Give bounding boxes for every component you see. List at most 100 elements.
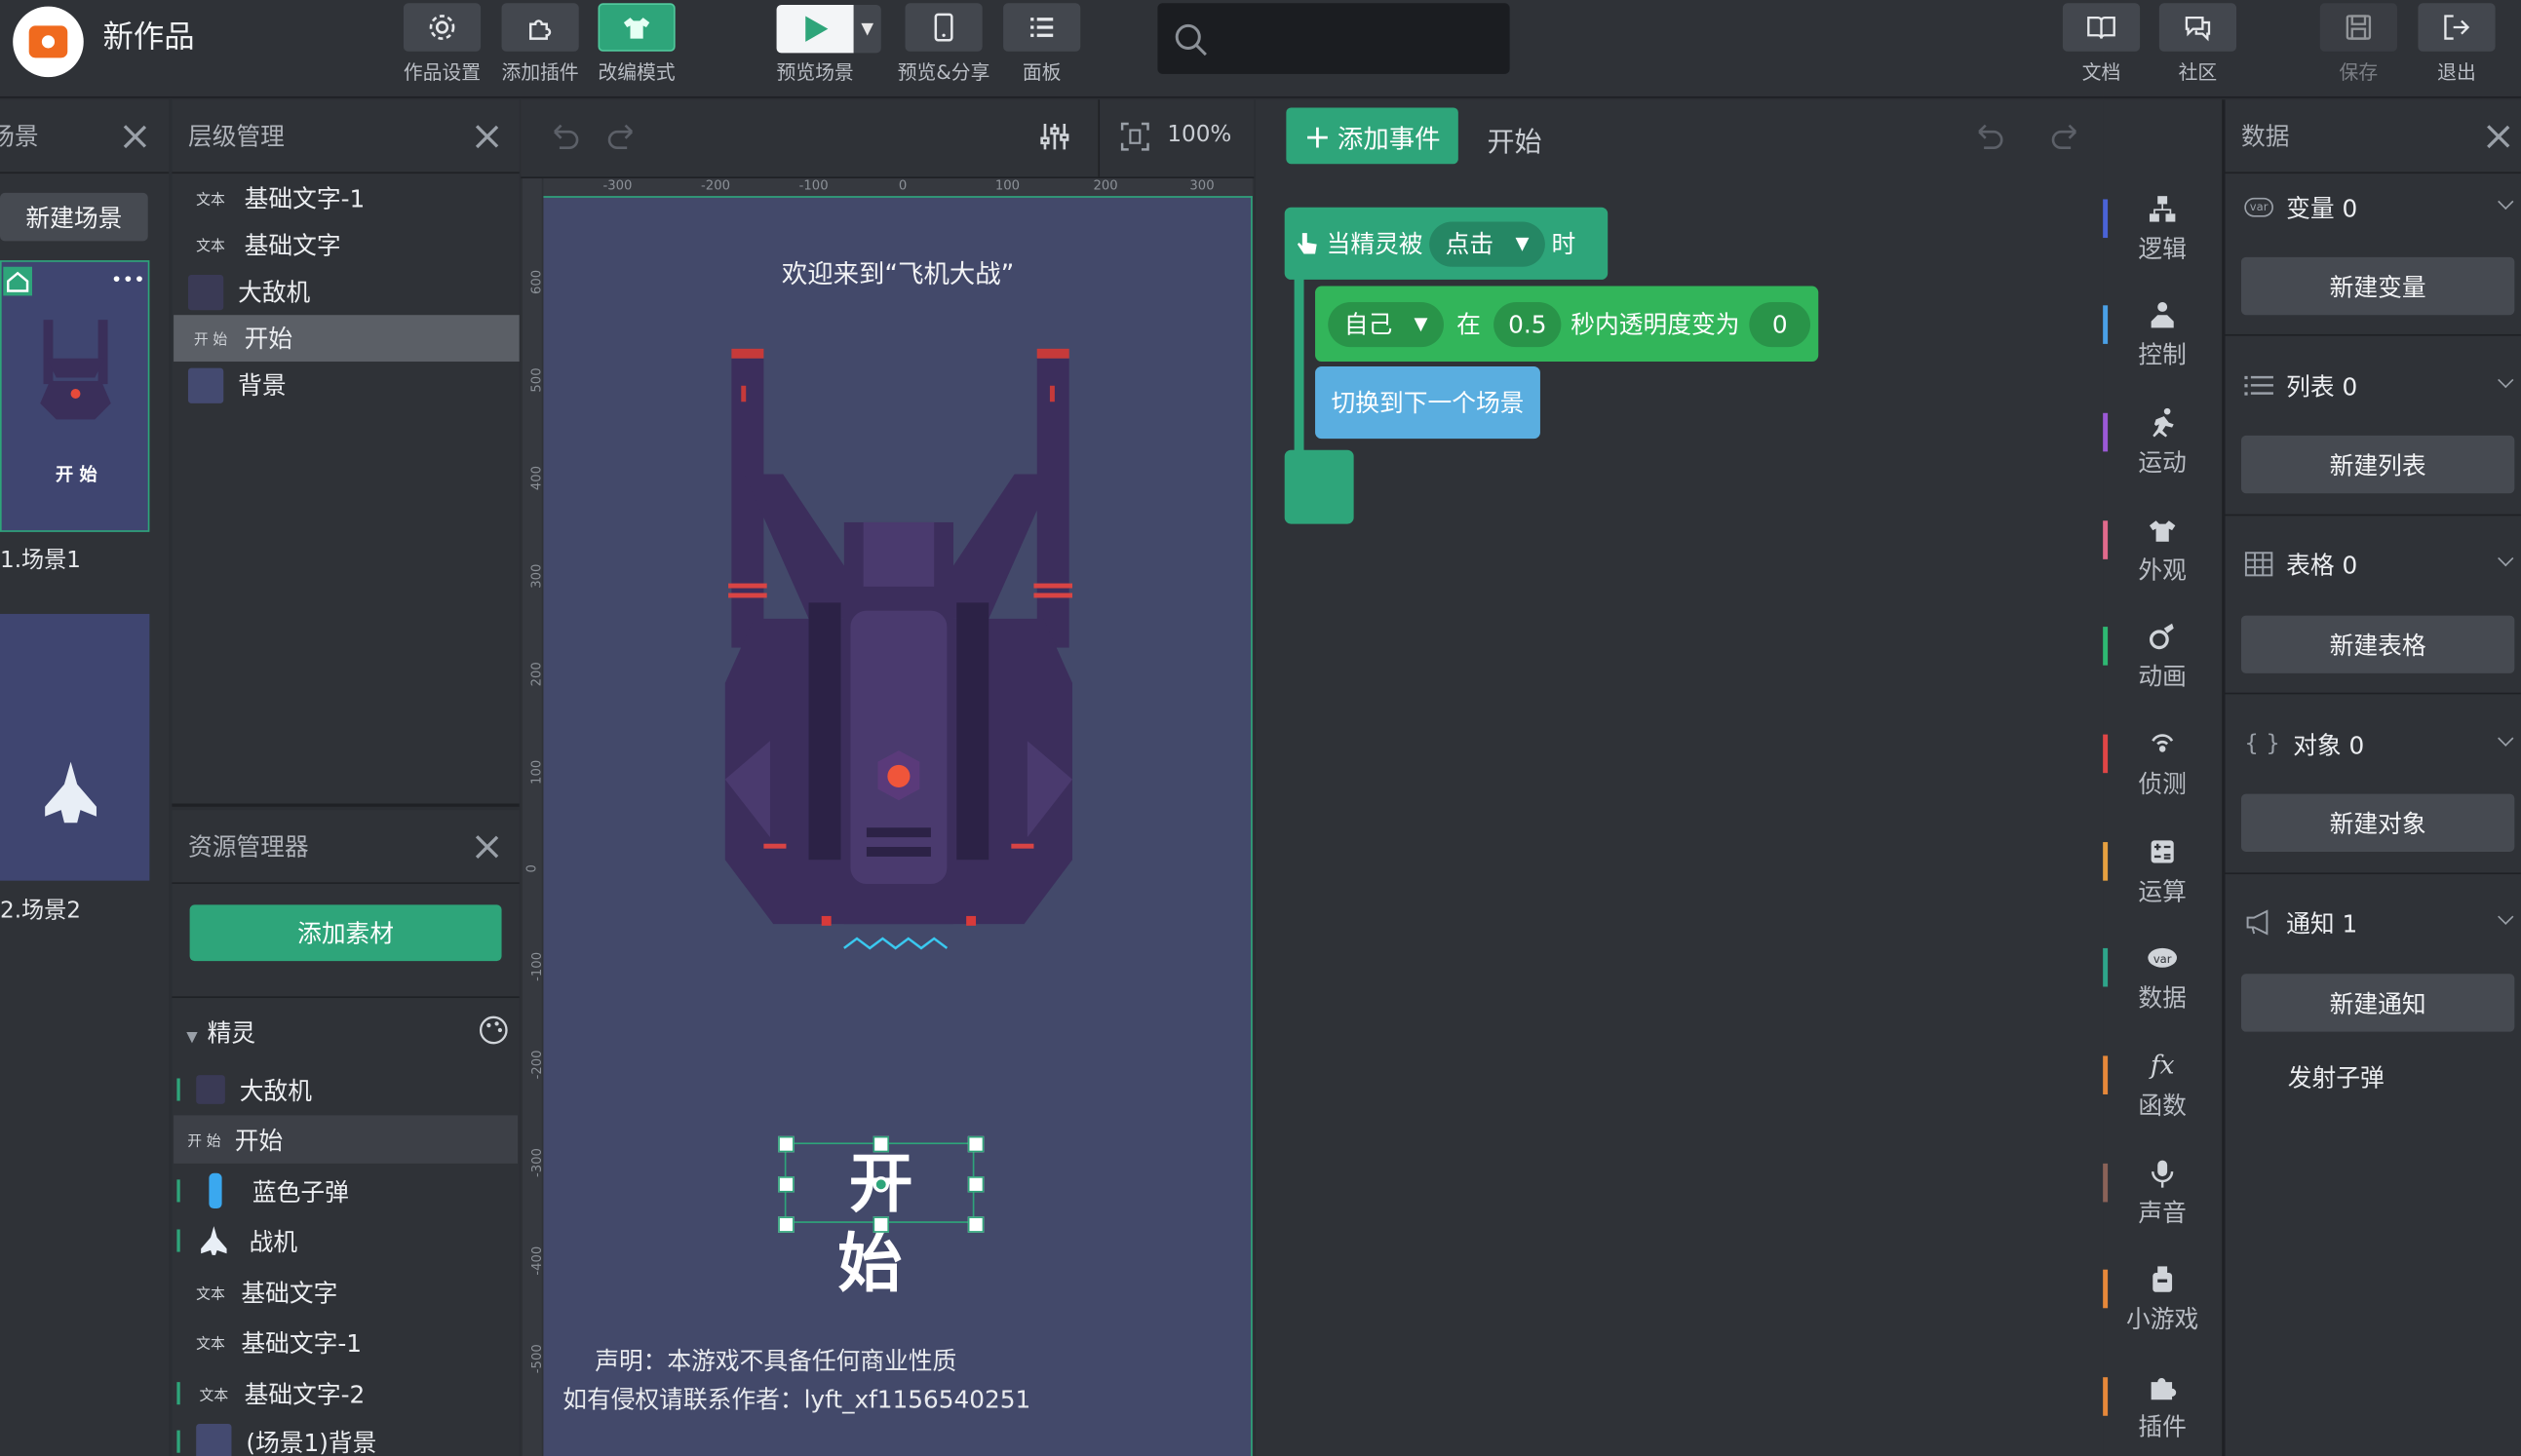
start-sprite-selection[interactable]: 开始	[778, 1135, 985, 1302]
exit-button[interactable]	[2418, 3, 2496, 52]
new-scene-button[interactable]: 新建场景	[0, 192, 148, 242]
next-scene-block[interactable]: 切换到下一个场景	[1315, 365, 1540, 440]
resource-item[interactable]: 文本 基础文字-2	[174, 1369, 518, 1417]
layer-item-selected[interactable]: 开 始 开始	[174, 315, 520, 363]
undo-icon[interactable]	[547, 119, 582, 154]
resources-title: 资源管理器	[187, 832, 309, 862]
enemy-plane-sprite[interactable]	[696, 346, 1102, 973]
thumb-fighter-plane	[45, 761, 97, 824]
zoom-level[interactable]: 100%	[1167, 122, 1231, 147]
save-button[interactable]	[2319, 3, 2397, 52]
notifications-section-header[interactable]: 通知 1	[2225, 886, 2520, 960]
close-icon[interactable]	[476, 126, 498, 148]
objects-section-header[interactable]: { } 对象 0	[2225, 708, 2520, 782]
resource-item-selected[interactable]: 开 始 开始	[174, 1115, 519, 1164]
event-block-sprite-clicked[interactable]: 当精灵被 点击 ▼ 时	[1284, 207, 1609, 280]
category-looks[interactable]: 外观	[2103, 508, 2222, 614]
add-event-button[interactable]: + 添加事件	[1286, 107, 1458, 165]
notification-item[interactable]: 发射子弹	[2288, 1060, 2385, 1094]
preview-dropdown[interactable]: ▼	[853, 4, 881, 54]
opacity-block[interactable]: 自己 ▼ 在 0.5 秒内透明度变为 0	[1315, 286, 1819, 363]
category-data[interactable]: var 数据	[2103, 936, 2222, 1042]
opacity-input[interactable]: 0	[1749, 301, 1811, 347]
project-title[interactable]: 新作品	[103, 13, 195, 57]
close-icon[interactable]	[2487, 126, 2509, 148]
new-table-button[interactable]: 新建表格	[2240, 615, 2515, 673]
resize-handle[interactable]	[778, 1176, 795, 1193]
layer-item[interactable]: 大敌机	[174, 268, 520, 315]
add-asset-button[interactable]: 添加素材	[189, 904, 502, 962]
resize-handle[interactable]	[967, 1135, 985, 1153]
disclaimer-line-1[interactable]: 声明：本游戏不具备任何商业性质	[595, 1344, 956, 1378]
new-list-button[interactable]: 新建列表	[2240, 435, 2515, 494]
community-button[interactable]	[2158, 3, 2237, 52]
resource-item[interactable]: 蓝色子弹	[174, 1167, 518, 1214]
new-notification-button[interactable]: 新建通知	[2240, 974, 2515, 1032]
palette-icon[interactable]	[478, 1015, 510, 1047]
undo-icon[interactable]	[1971, 119, 2006, 154]
resource-item[interactable]: 文本 基础文字-1	[174, 1318, 518, 1365]
in-label: 在	[1456, 310, 1481, 339]
more-icon[interactable]: •••	[111, 268, 145, 290]
fit-screen-icon[interactable]	[1119, 121, 1151, 153]
sprite-group-header[interactable]: ▼ 精灵	[186, 1015, 255, 1050]
resource-item[interactable]: 战机	[174, 1216, 518, 1264]
layer-item[interactable]: 文本 基础文字	[174, 222, 520, 269]
disclaimer-line-2[interactable]: 如有侵权请联系作者：lyft_xf1156540251	[562, 1382, 1030, 1416]
new-object-button[interactable]: 新建对象	[2240, 793, 2515, 852]
exit-icon	[2444, 15, 2470, 40]
category-control[interactable]: 控制	[2103, 292, 2222, 399]
event-option-dropdown[interactable]: 点击 ▼	[1429, 220, 1545, 266]
layer-item[interactable]: 背景	[174, 362, 520, 408]
lists-section-header[interactable]: 列表 0	[2225, 349, 2520, 423]
remix-mode-button[interactable]	[598, 3, 676, 52]
resize-handle[interactable]	[873, 1135, 890, 1153]
resize-handle[interactable]	[778, 1216, 795, 1233]
scene-thumbnail-1[interactable]: ••• 开 始	[0, 260, 150, 532]
target-dropdown[interactable]: 自己 ▼	[1328, 301, 1444, 347]
docs-button[interactable]	[2062, 3, 2141, 52]
preview-scene-button[interactable]	[776, 4, 854, 54]
scene-thumbnail-2[interactable]	[0, 613, 150, 881]
close-icon[interactable]	[124, 126, 146, 148]
category-animation[interactable]: 动画	[2103, 614, 2222, 720]
close-icon[interactable]	[476, 835, 498, 858]
seconds-input[interactable]: 0.5	[1493, 301, 1562, 347]
variables-section-header[interactable]: var 变量 0	[2225, 171, 2520, 245]
resize-handle[interactable]	[967, 1216, 985, 1233]
app-logo[interactable]	[13, 6, 84, 78]
game-stage[interactable]: 欢迎来到“飞机大战” 开始 声明：本游戏不具备任何商业性质 如有侵权请联系作者：…	[543, 196, 1253, 1456]
pivot-handle[interactable]	[873, 1176, 890, 1193]
category-sound[interactable]: 声音	[2103, 1151, 2222, 1257]
layer-item[interactable]: 文本 基础文字-1	[174, 175, 520, 222]
ruler-tick: 200	[1093, 178, 1118, 193]
block-category-bar: 逻辑 控制 运动 外观 动画 侦测 运算 var 数据 fx 函数 声音 小游戏…	[2103, 99, 2223, 1456]
tables-section-header[interactable]: 表格 0	[2225, 527, 2520, 601]
category-minigame[interactable]: 小游戏	[2103, 1257, 2222, 1363]
search-input[interactable]	[1157, 3, 1510, 74]
scenes-title: 场景	[0, 122, 39, 152]
panel-label: 面板	[1022, 60, 1062, 84]
resize-handle[interactable]	[778, 1135, 795, 1153]
resource-item[interactable]: (场景1)背景	[174, 1417, 518, 1456]
settings-button[interactable]	[403, 3, 482, 52]
welcome-text[interactable]: 欢迎来到“飞机大战”	[543, 252, 1252, 291]
new-variable-button[interactable]: 新建变量	[2240, 256, 2515, 316]
category-operators[interactable]: 运算	[2103, 829, 2222, 936]
preview-share-button[interactable]	[905, 3, 983, 52]
category-plugins[interactable]: 插件	[2103, 1364, 2222, 1456]
redo-icon[interactable]	[604, 119, 640, 154]
resource-item[interactable]: 文本 基础文字	[174, 1268, 518, 1316]
category-motion[interactable]: 运动	[2103, 401, 2222, 507]
category-sensing[interactable]: 侦测	[2103, 721, 2222, 827]
resize-handle[interactable]	[873, 1216, 890, 1233]
category-logic[interactable]: 逻辑	[2103, 186, 2222, 292]
panel-button[interactable]	[1003, 3, 1081, 52]
resize-handle[interactable]	[967, 1176, 985, 1193]
resource-item[interactable]: 大敌机	[174, 1065, 518, 1113]
sliders-icon[interactable]	[1037, 119, 1072, 154]
redo-icon[interactable]	[2048, 119, 2083, 154]
add-plugin-button[interactable]	[501, 3, 579, 52]
category-functions[interactable]: fx 函数	[2103, 1043, 2222, 1149]
event-block-footer[interactable]	[1284, 449, 1354, 524]
